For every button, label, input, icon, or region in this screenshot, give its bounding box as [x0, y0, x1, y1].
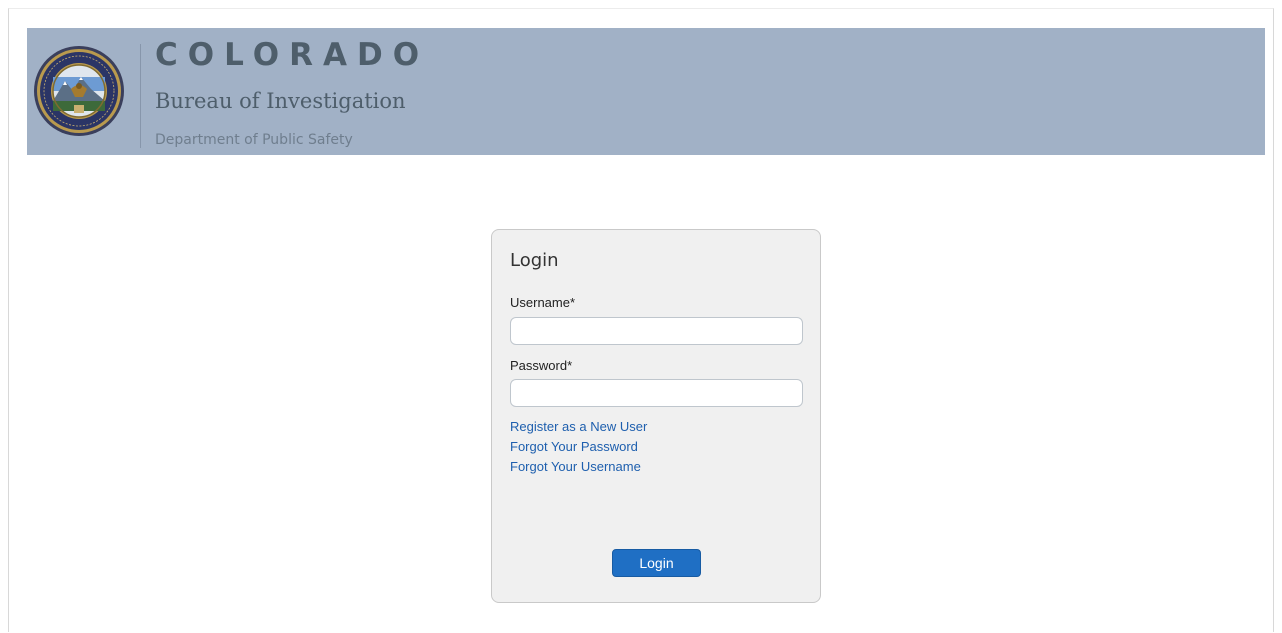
cbi-seal-icon: [34, 46, 124, 136]
register-link[interactable]: Register as a New User: [510, 420, 647, 433]
forgot-username-link[interactable]: Forgot Your Username: [510, 460, 641, 473]
state-name: COLORADO: [155, 37, 430, 73]
bureau-name: Bureau of Investigation: [155, 89, 406, 113]
login-title: Login: [510, 250, 559, 271]
forgot-password-link[interactable]: Forgot Your Password: [510, 440, 638, 453]
username-input[interactable]: [510, 317, 803, 345]
login-panel: Login Username* Password* Register as a …: [491, 229, 821, 603]
login-button[interactable]: Login: [612, 549, 701, 577]
site-header: COLORADO Bureau of Investigation Departm…: [27, 28, 1265, 155]
password-input[interactable]: [510, 379, 803, 407]
header-divider: [140, 44, 141, 148]
username-label: Username*: [510, 295, 576, 310]
password-label: Password*: [510, 358, 573, 373]
department-name: Department of Public Safety: [155, 132, 353, 148]
